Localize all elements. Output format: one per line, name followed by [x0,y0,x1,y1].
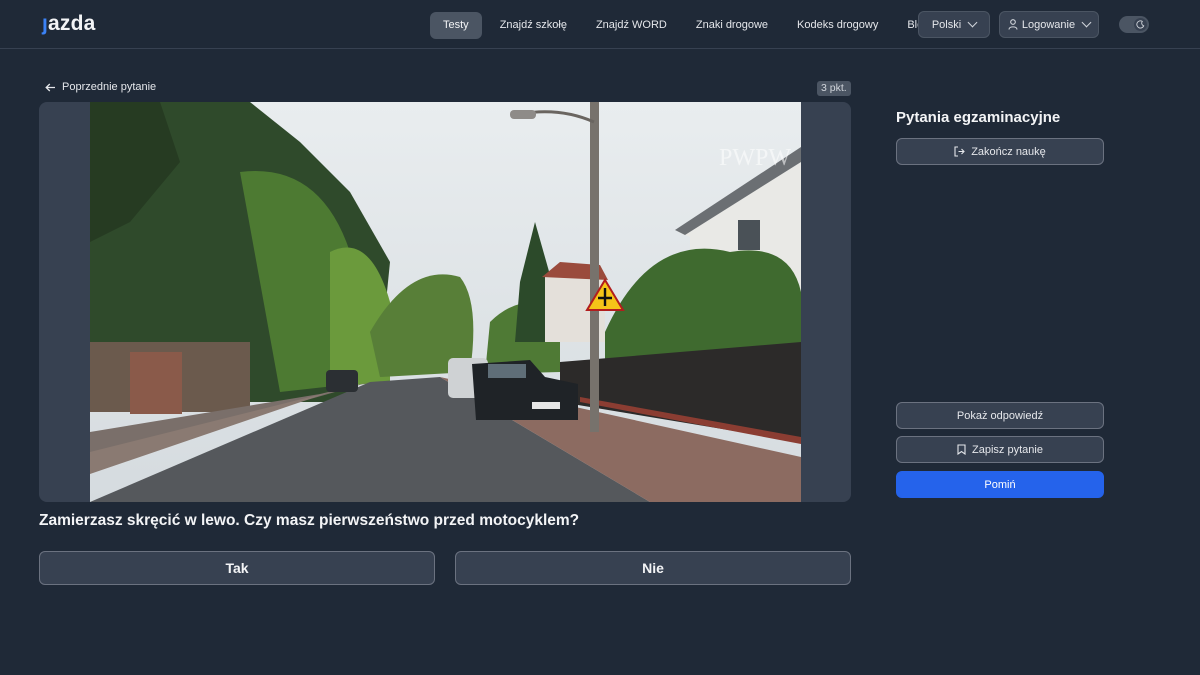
question-media: PWPW [39,102,851,502]
chevron-down-icon [1081,17,1092,28]
question-text: Zamierzasz skręcić w lewo. Czy masz pier… [39,512,580,529]
media-watermark: PWPW [719,145,791,171]
user-icon [1008,19,1018,30]
bookmark-icon [957,444,966,455]
previous-question-label: Poprzednie pytanie [62,81,157,93]
skip-button[interactable]: Pomiń [896,471,1104,498]
logo[interactable]: ȷazda [42,12,96,36]
nav-road-code[interactable]: Kodeks drogowy [783,12,892,39]
finish-study-label: Zakończ naukę [971,145,1046,158]
login-button[interactable]: Logowanie [999,11,1099,38]
show-answer-button[interactable]: Pokaż odpowiedź [896,402,1104,429]
language-select[interactable]: Polski [918,11,990,38]
points-badge: 3 pkt. [817,81,851,96]
answer-no-button[interactable]: Nie [455,551,851,585]
sidebar-title: Pytania egzaminacyjne [896,109,1061,126]
nav-find-school[interactable]: Znajdź szkołę [486,12,581,39]
moon-icon [1134,18,1147,31]
main-nav: Testy Znajdź szkołę Znajdź WORD Znaki dr… [430,11,944,39]
login-label: Logowanie [1021,18,1076,31]
top-navbar: ȷazda Testy Znajdź szkołę Znajdź WORD Zn… [0,0,1200,49]
chevron-down-icon [967,17,978,28]
language-label: Polski [931,18,962,31]
nav-find-word[interactable]: Znajdź WORD [582,12,681,39]
previous-question-link[interactable]: Poprzednie pytanie [45,81,156,93]
answer-yes-button[interactable]: Tak [39,551,435,585]
logo-text: azda [48,12,96,35]
save-question-label: Zapisz pytanie [972,443,1043,456]
nav-testy[interactable]: Testy [430,11,482,39]
arrow-left-icon [45,83,55,91]
street-scene-image: PWPW [90,102,801,502]
finish-study-button[interactable]: Zakończ naukę [896,138,1104,165]
nav-road-signs[interactable]: Znaki drogowe [682,12,782,39]
theme-toggle[interactable] [1119,16,1149,33]
save-question-button[interactable]: Zapisz pytanie [896,436,1104,463]
logout-icon [954,146,965,157]
